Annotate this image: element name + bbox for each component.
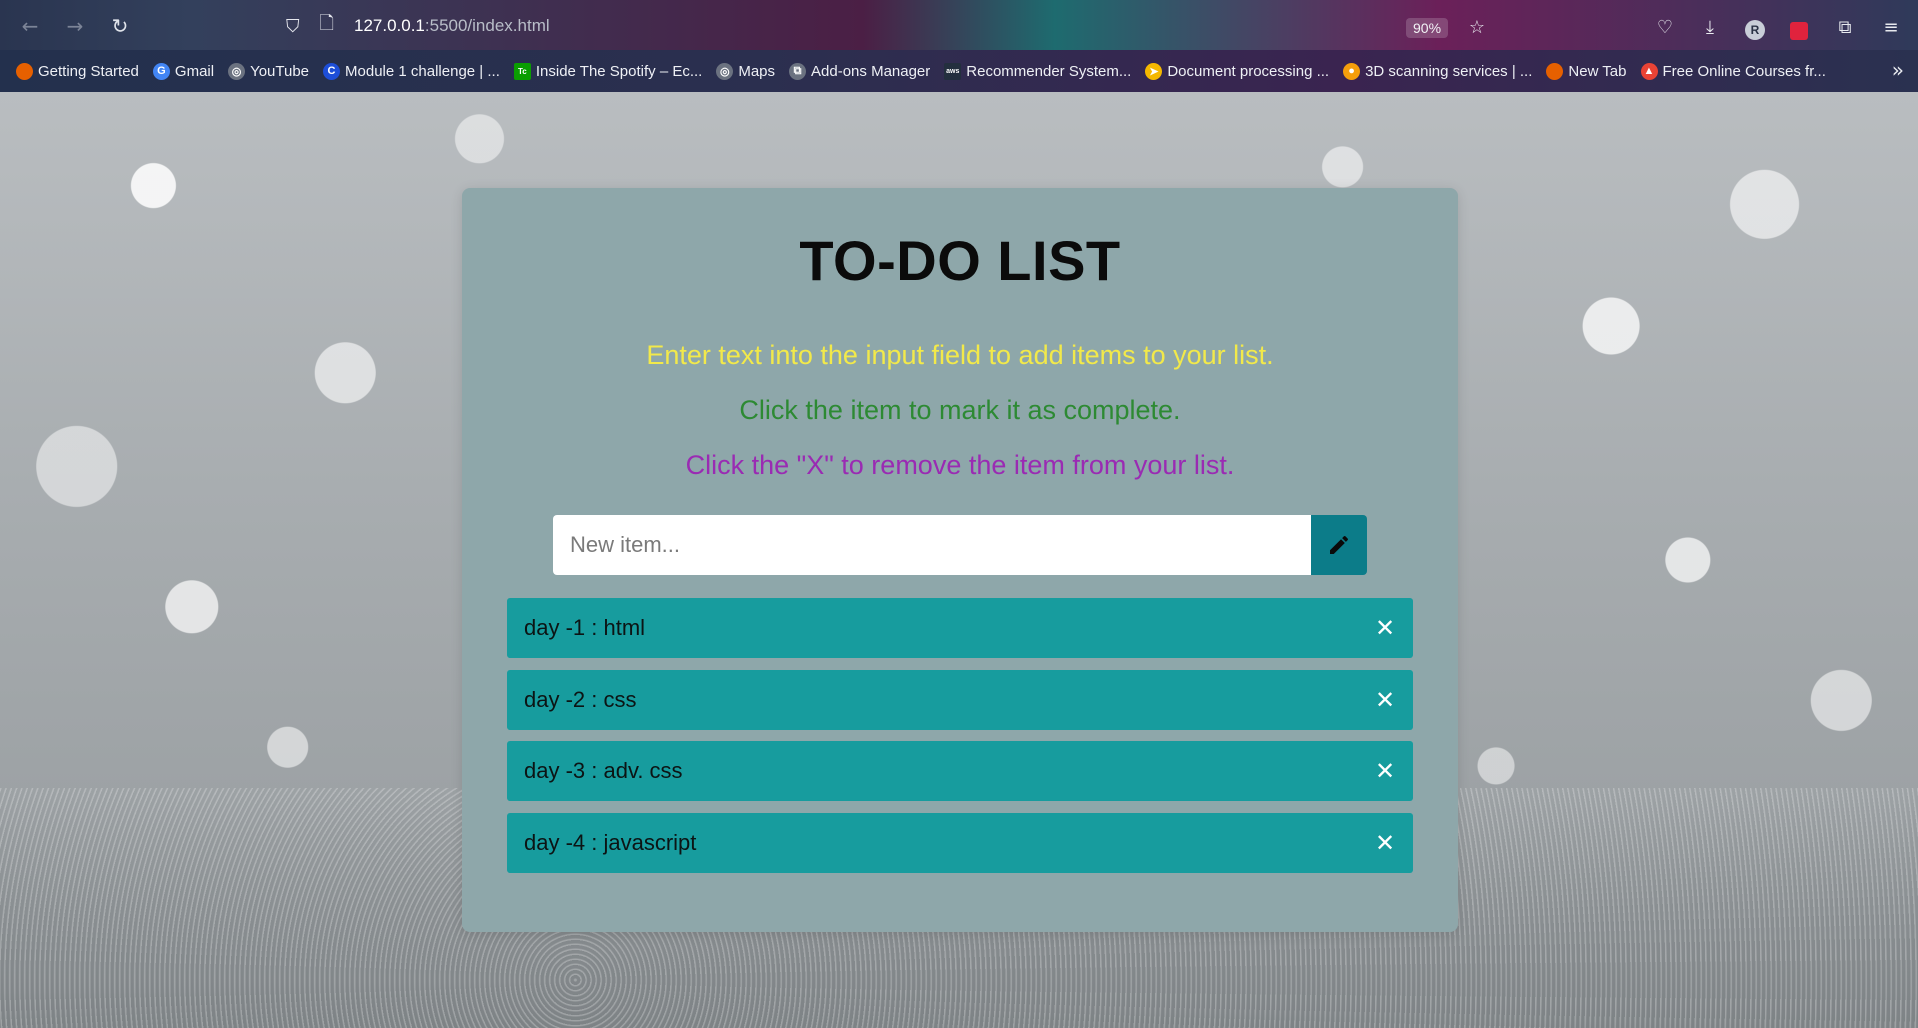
new-item-form	[553, 515, 1367, 575]
bookmark-label: Recommender System...	[966, 62, 1132, 80]
todo-list: day -1 : html ✕ day -2 : css ✕ day -3 : …	[507, 598, 1413, 884]
instruction-remove: Click the "X" to remove the item from yo…	[685, 450, 1235, 480]
pencil-icon	[1330, 535, 1349, 554]
puzzle-icon: ⧉	[789, 62, 807, 80]
bookmark-item[interactable]: Getting Started	[16, 62, 139, 80]
browser-toolbar: ← → ↻ ⛉ 🗋 127.0.0.1:5500/index.html 90% …	[0, 0, 1918, 50]
address-bar[interactable]: ⛉ 🗋 127.0.0.1:5500/index.html	[286, 9, 1476, 43]
instruction-complete: Click the item to mark it as complete.	[739, 395, 1181, 425]
firefox-icon	[16, 62, 33, 80]
list-item-text[interactable]: day -1 : html	[524, 615, 645, 641]
list-item-text[interactable]: day -3 : adv. css	[524, 758, 683, 784]
bookmark-item[interactable]: Tc Inside The Spotify – Ec...	[513, 62, 703, 80]
list-item[interactable]: day -3 : adv. css ✕	[507, 741, 1413, 801]
bookmark-label: Add-ons Manager	[811, 62, 931, 80]
bookmark-label: Getting Started	[38, 62, 139, 80]
new-item-input[interactable]	[553, 515, 1311, 575]
aws-icon: aws	[944, 62, 962, 80]
globe-icon: ◎	[716, 62, 734, 80]
page-background: TO-DO LIST Enter text into the input fie…	[0, 92, 1918, 1028]
back-icon[interactable]: ←	[16, 12, 44, 40]
bookmarks-overflow-icon[interactable]: »	[1892, 58, 1904, 82]
list-item[interactable]: day -2 : css ✕	[507, 669, 1413, 730]
forward-icon[interactable]: →	[61, 12, 89, 40]
reload-icon[interactable]: ↻	[106, 12, 134, 40]
bookmarks-bar: Getting Started G Gmail ◎ YouTube C Module 1 c…	[0, 50, 1918, 92]
instruction-add: Enter text into the input field to add i…	[646, 340, 1274, 370]
bookmark-star-icon[interactable]: ☆	[1464, 14, 1490, 40]
arrow-icon: ➤	[1145, 62, 1163, 80]
bookmark-item[interactable]: ▲ Free Online Courses fr...	[1640, 62, 1826, 80]
bookmark-label: Gmail	[174, 62, 215, 80]
bookmark-label: Maps	[738, 62, 776, 80]
close-icon[interactable]: ✕	[1373, 686, 1397, 714]
colorful-icon: ▲	[1640, 62, 1658, 80]
list-item-text[interactable]: day -4 : javascript	[524, 830, 696, 856]
techcrunch-icon: Tc	[513, 62, 531, 80]
bookmark-item[interactable]: G Gmail	[152, 62, 215, 80]
page-info-icon[interactable]: 🗋	[320, 11, 334, 41]
bookmark-label: Document processing ...	[1167, 62, 1330, 80]
list-item[interactable]: day -4 : javascript ✕	[507, 812, 1413, 873]
url-path: :5500/index.html	[424, 16, 550, 35]
list-item[interactable]: day -1 : html ✕	[507, 598, 1413, 658]
bookmark-label: Inside The Spotify – Ec...	[535, 62, 703, 80]
bookmark-item[interactable]: C Module 1 challenge | ...	[323, 62, 500, 80]
todo-card: TO-DO LIST Enter text into the input fie…	[462, 188, 1458, 932]
bookmark-item[interactable]: ◎ Maps	[716, 62, 776, 80]
bookmark-label: 3D scanning services | ...	[1365, 62, 1533, 80]
close-icon[interactable]: ✕	[1373, 614, 1397, 642]
close-icon[interactable]: ✕	[1373, 757, 1397, 785]
bookmark-item[interactable]: ⧉ Add-ons Manager	[789, 62, 931, 80]
close-icon[interactable]: ✕	[1373, 829, 1397, 857]
dot-icon: ●	[1343, 62, 1361, 80]
bookmark-item[interactable]: ● 3D scanning services | ...	[1343, 62, 1533, 80]
account-avatar[interactable]: R	[1745, 20, 1765, 40]
extensions-puzzle-icon[interactable]: ⧉	[1832, 14, 1858, 40]
c-icon: C	[323, 62, 341, 80]
menu-icon[interactable]: ≡	[1878, 14, 1904, 40]
globe-icon: ◎	[228, 62, 246, 80]
zoom-level[interactable]: 90%	[1406, 18, 1449, 38]
bookmark-label: YouTube	[250, 62, 310, 80]
bookmark-label: Module 1 challenge | ...	[345, 62, 500, 80]
url-host: 127.0.0.1	[353, 16, 425, 35]
shield-icon[interactable]: ⛉	[286, 16, 300, 37]
pocket-icon[interactable]: ♡	[1652, 14, 1678, 40]
extension-icon[interactable]	[1790, 22, 1808, 40]
firefox-icon	[1546, 62, 1564, 80]
bookmark-item[interactable]: ◎ YouTube	[228, 62, 310, 80]
page-title: TO-DO LIST	[799, 229, 1121, 292]
url-text[interactable]: 127.0.0.1:5500/index.html	[354, 16, 550, 36]
list-item-text[interactable]: day -2 : css	[524, 687, 636, 713]
bookmark-label: New Tab	[1568, 62, 1627, 80]
bookmark-item[interactable]: aws Recommender System...	[944, 62, 1132, 80]
google-icon: G	[152, 62, 170, 80]
add-item-button[interactable]	[1311, 515, 1367, 575]
bookmark-item[interactable]: ➤ Document processing ...	[1145, 62, 1330, 80]
download-icon[interactable]: ⤓	[1697, 14, 1723, 40]
bookmark-label: Free Online Courses fr...	[1662, 62, 1826, 80]
bookmark-item[interactable]: New Tab	[1546, 62, 1627, 80]
